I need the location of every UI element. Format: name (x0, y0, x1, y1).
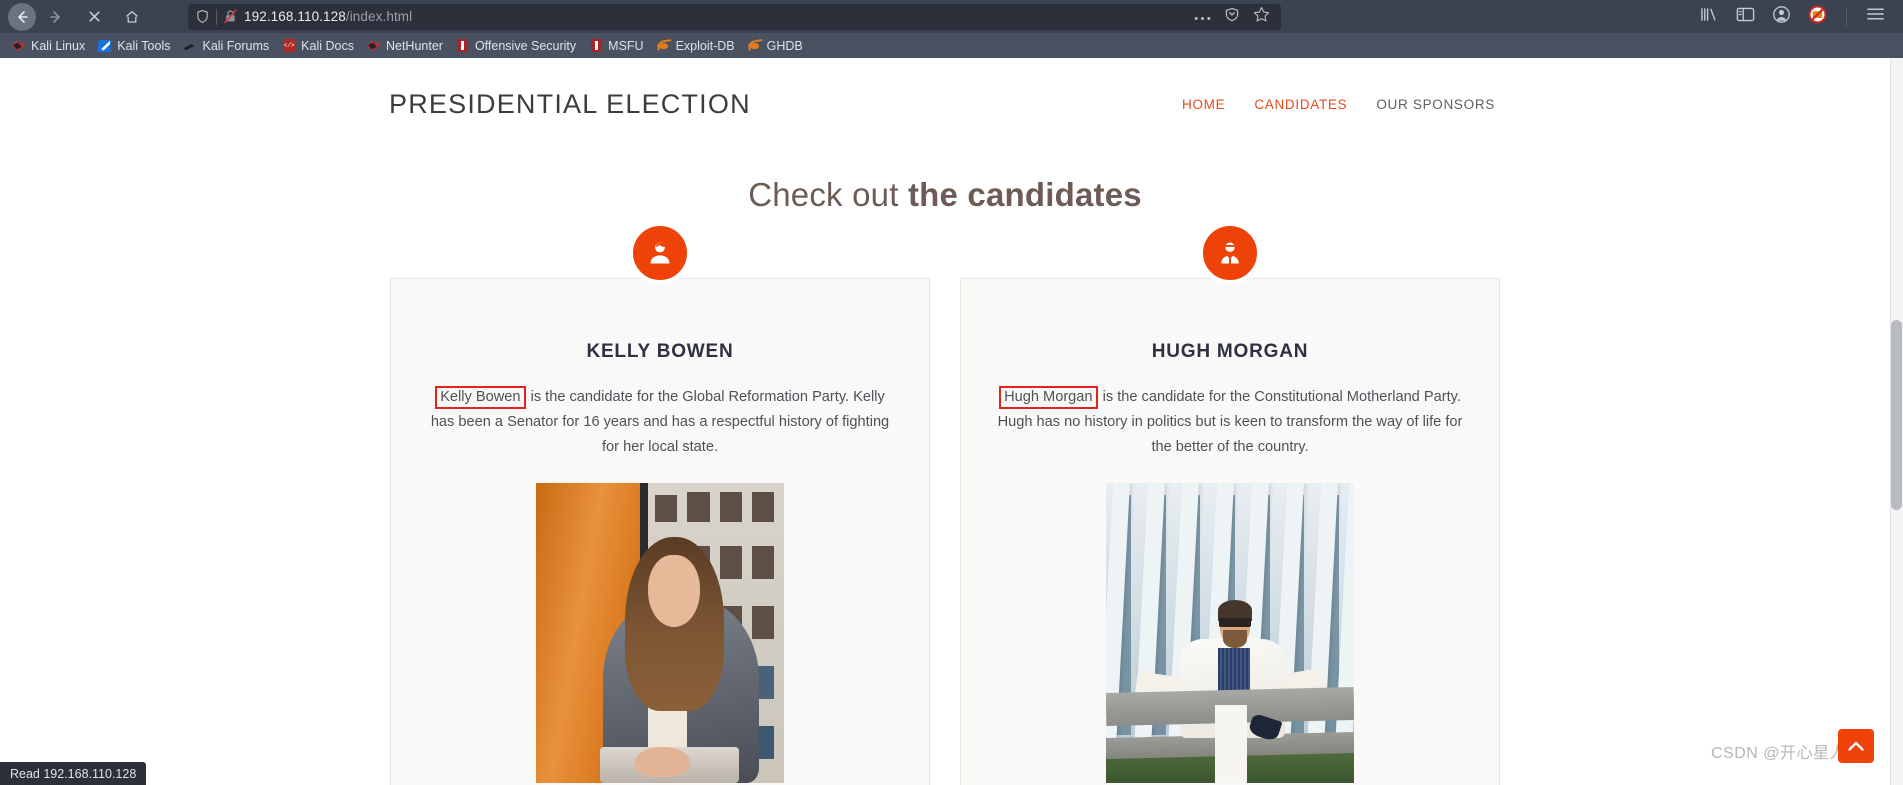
bookmark-nethunter[interactable]: NetHunter (363, 35, 452, 57)
bookmark-kali-docs[interactable]: Kali Docs (278, 35, 363, 57)
page-scrollbar-thumb[interactable] (1891, 320, 1902, 510)
bookmark-offensive-security[interactable]: Offensive Security (452, 35, 585, 57)
csdn-watermark: CSDN @开心星人 (1710, 745, 1846, 762)
section-heading-light: Check out (748, 176, 908, 213)
bookmark-star-icon[interactable] (1253, 6, 1270, 28)
candidate-cards: KELLY BOWEN Kelly Bowen is the candidate… (0, 222, 1890, 785)
bookmarks-bar: Kali Linux Kali Tools Kali Forums Kali D… (0, 33, 1903, 58)
bookmark-kali-tools[interactable]: Kali Tools (94, 35, 179, 57)
bookmark-kali-forums[interactable]: Kali Forums (179, 35, 278, 57)
kali-dragon-icon (12, 39, 26, 53)
browser-window: 192.168.110.128/index.html Kali Linux Ka… (0, 0, 1903, 785)
nav-link-candidates[interactable]: CANDIDATES (1254, 97, 1347, 112)
bookmark-ghdb[interactable]: GHDB (744, 35, 812, 57)
user-male-icon (1199, 222, 1261, 284)
page-actions-icon[interactable] (1194, 8, 1211, 26)
browser-toolbar: 192.168.110.128/index.html (0, 0, 1903, 33)
bookmark-label: Kali Docs (301, 38, 354, 53)
bookmark-label: MSFU (608, 38, 644, 53)
nav-link-our-sponsors[interactable]: OUR SPONSORS (1376, 97, 1495, 112)
bookmark-label: GHDB (766, 38, 803, 53)
url-divider (216, 8, 217, 25)
candidate-photo (1106, 482, 1354, 783)
page-viewport: Check out the candidates PRESIDENTIAL EL… (0, 58, 1890, 785)
section-heading-bold: the candidates (907, 176, 1142, 213)
kali-forums-icon (183, 39, 198, 53)
ghdb-icon (748, 39, 762, 53)
forward-button[interactable] (38, 3, 74, 31)
section-heading-wrap: Check out the candidates (0, 176, 1890, 214)
url-text[interactable]: 192.168.110.128/index.html (244, 9, 1188, 24)
candidate-photo (536, 482, 784, 783)
back-button[interactable] (8, 2, 36, 31)
site-brand[interactable]: PRESIDENTIAL ELECTION (389, 89, 751, 120)
nethunter-icon (367, 39, 381, 53)
candidate-card-hugh-morgan: HUGH MORGAN Hugh Morgan is the candidate… (960, 222, 1500, 785)
chevron-up-icon (1848, 741, 1864, 751)
kali-docs-icon (282, 39, 296, 53)
kali-tools-icon (98, 39, 112, 53)
back-to-top-button[interactable] (1838, 729, 1874, 763)
site-header: PRESIDENTIAL ELECTION HOME CANDIDATES OU… (0, 78, 1890, 130)
address-bar[interactable]: 192.168.110.128/index.html (188, 3, 1281, 30)
url-host: 192.168.110.128 (244, 9, 346, 24)
section-heading: Check out the candidates (0, 176, 1890, 214)
highlighted-name: Hugh Morgan (999, 386, 1098, 409)
candidate-name: HUGH MORGAN (1151, 341, 1309, 362)
bookmark-msfu[interactable]: MSFU (585, 35, 652, 57)
bookmark-label: Kali Forums (202, 38, 270, 53)
status-bar: Read 192.168.110.128 (0, 762, 147, 785)
home-button[interactable] (114, 3, 150, 31)
app-menu-icon[interactable] (1866, 6, 1885, 27)
exploit-db-icon (657, 39, 671, 53)
user-female-icon (629, 222, 691, 284)
site-nav: HOME CANDIDATES OUR SPONSORS (1182, 97, 1495, 112)
candidate-card-kelly-bowen: KELLY BOWEN Kelly Bowen is the candidate… (390, 222, 930, 785)
bookmark-exploit-db[interactable]: Exploit-DB (653, 35, 744, 57)
library-icon[interactable] (1700, 6, 1719, 28)
bookmark-kali-linux[interactable]: Kali Linux (8, 35, 94, 57)
toolbar-divider (1846, 6, 1847, 27)
reader-view-icon[interactable] (1224, 6, 1240, 27)
candidate-description: Hugh Morgan is the candidate for the Con… (997, 385, 1463, 461)
candidate-description: Kelly Bowen is the candidate for the Glo… (427, 385, 893, 461)
nav-link-home[interactable]: HOME (1182, 97, 1225, 112)
stop-button[interactable] (76, 3, 112, 31)
candidate-name: KELLY BOWEN (586, 341, 734, 362)
url-path: /index.html (345, 9, 413, 24)
bookmark-label: Offensive Security (474, 38, 577, 53)
highlighted-name: Kelly Bowen (435, 386, 526, 409)
account-icon[interactable] (1772, 5, 1791, 29)
bookmark-label: NetHunter (385, 38, 443, 53)
shield-icon[interactable] (195, 9, 210, 24)
noscript-icon[interactable] (1808, 5, 1827, 29)
sidebar-icon[interactable] (1736, 6, 1755, 28)
insecure-lock-icon[interactable] (223, 9, 238, 24)
offensive-security-icon (456, 39, 470, 53)
msfu-icon (589, 39, 603, 53)
bookmark-label: Kali Tools (117, 38, 171, 53)
bookmark-label: Kali Linux (31, 38, 86, 53)
bookmark-label: Exploit-DB (675, 38, 735, 53)
